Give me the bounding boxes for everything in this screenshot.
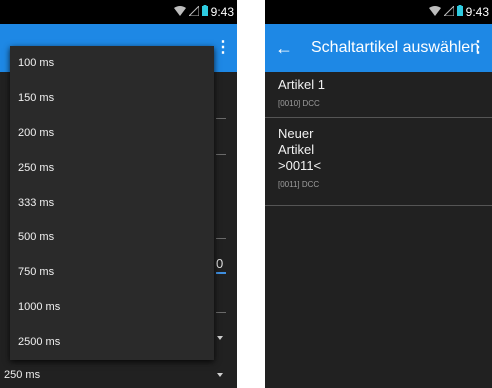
back-arrow-icon[interactable]: ← bbox=[275, 24, 293, 72]
item-meta: [0010] DCC bbox=[278, 99, 320, 108]
status-bar: 9:43 bbox=[0, 0, 237, 24]
field-underline bbox=[216, 312, 226, 313]
field-underline bbox=[216, 118, 226, 119]
dropdown-caret-icon[interactable] bbox=[217, 373, 223, 377]
field-underline bbox=[216, 154, 226, 155]
item-name-line: >0011< bbox=[278, 158, 322, 173]
dropdown-option[interactable]: 500 ms bbox=[10, 220, 214, 255]
delay-dropdown-menu: 100 ms 150 ms 200 ms 250 ms 333 ms 500 m… bbox=[10, 46, 214, 360]
overflow-menu-icon[interactable]: ⋮ bbox=[470, 24, 486, 72]
list-item[interactable]: Neuer Artikel >0011< [0011] DCC bbox=[265, 118, 492, 206]
dropdown-option[interactable]: 100 ms bbox=[10, 46, 214, 81]
right-phone-screen: 9:43 ← Schaltartikel auswählen ⋮ Artikel… bbox=[265, 0, 492, 388]
status-time: 9:43 bbox=[465, 5, 489, 19]
status-bar: 9:43 bbox=[265, 0, 492, 24]
overflow-menu-icon[interactable]: ⋮ bbox=[215, 24, 231, 72]
dropdown-option[interactable]: 2500 ms bbox=[10, 324, 214, 359]
item-meta: [0011] DCC bbox=[278, 180, 320, 189]
battery-icon bbox=[201, 3, 208, 21]
signal-icon bbox=[442, 3, 455, 21]
app-bar: ← Schaltartikel auswählen ⋮ bbox=[265, 24, 492, 72]
focused-field-underline bbox=[216, 272, 226, 274]
field-underline bbox=[216, 238, 226, 239]
dropdown-caret-icon[interactable] bbox=[217, 336, 223, 340]
delay-select-value: 250 ms bbox=[4, 369, 41, 381]
page-title: Schaltartikel auswählen bbox=[311, 39, 480, 56]
wifi-icon bbox=[428, 3, 441, 21]
dropdown-option[interactable]: 200 ms bbox=[10, 116, 214, 151]
dropdown-option[interactable]: 333 ms bbox=[10, 185, 214, 220]
dropdown-option[interactable]: 750 ms bbox=[10, 255, 214, 290]
list-item[interactable]: Artikel 1 [0010] DCC bbox=[265, 72, 492, 118]
signal-icon bbox=[187, 3, 200, 21]
status-time: 9:43 bbox=[210, 5, 234, 19]
item-name-line: Artikel bbox=[278, 142, 315, 157]
left-phone-screen: 9:43 ⋮ 0 250 ms 100 ms 150 ms 200 ms 250… bbox=[0, 0, 237, 388]
item-name: Artikel 1 bbox=[278, 77, 325, 92]
delay-select[interactable]: 250 ms bbox=[0, 362, 237, 388]
wifi-icon bbox=[173, 3, 186, 21]
dropdown-option[interactable]: 1000 ms bbox=[10, 290, 214, 325]
battery-icon bbox=[456, 3, 463, 21]
dropdown-option[interactable]: 150 ms bbox=[10, 81, 214, 116]
dropdown-option[interactable]: 250 ms bbox=[10, 150, 214, 185]
item-name-line: Neuer bbox=[278, 126, 314, 141]
field-value-partial[interactable]: 0 bbox=[216, 256, 223, 271]
